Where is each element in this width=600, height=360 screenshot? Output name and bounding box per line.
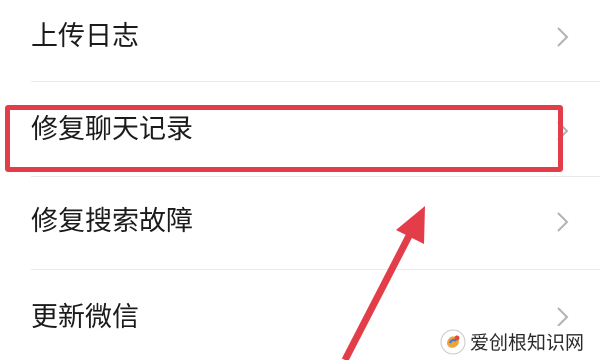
chevron-right-icon [557,27,569,47]
watermark-text: 爱创根知识网 [470,332,585,354]
menu-item-label: 修复搜索故障 [31,206,193,237]
chevron-right-icon [557,307,569,327]
menu-item-label: 修复聊天记录 [31,114,193,145]
watermark-logo-icon [440,329,466,354]
chevron-right-icon [557,212,569,232]
menu-item-repair-search[interactable]: 修复搜索故障 [0,177,600,269]
menu-item-repair-chat-history[interactable]: 修复聊天记录 [0,82,600,176]
menu-item-label: 更新微信 [31,302,139,333]
chevron-right-icon [557,121,569,141]
menu-item-label: 上传日志 [31,21,139,52]
watermark: 爱创根知识网 [436,326,589,357]
settings-screen: 上传日志 修复聊天记录 修复搜索故障 更新微信 爱创根知识网 [0,0,600,360]
menu-item-upload-log[interactable]: 上传日志 [0,0,600,80]
